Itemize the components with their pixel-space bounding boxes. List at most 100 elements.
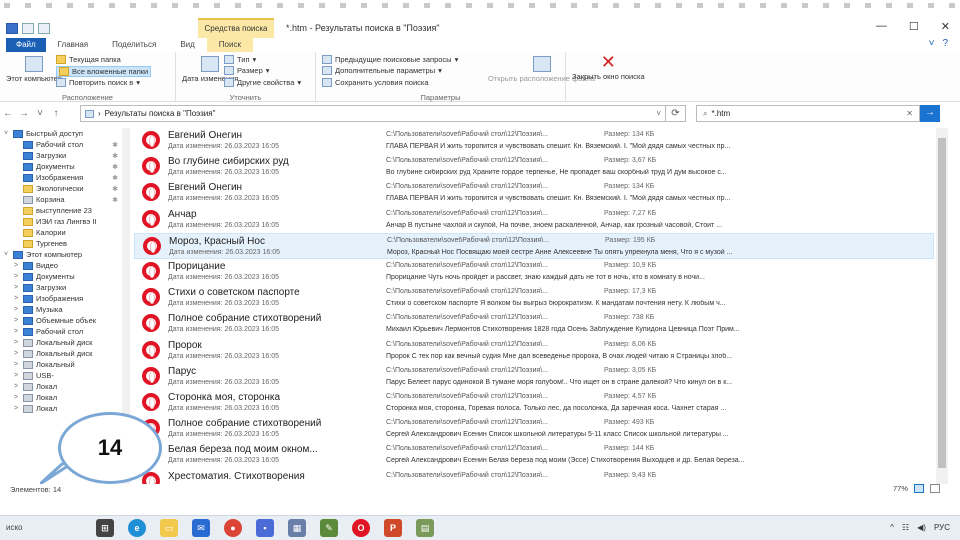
back-button[interactable]: ←: [0, 108, 16, 119]
nav-item[interactable]: > Изображения: [0, 293, 122, 304]
nav-item[interactable]: ˅ Быстрый доступ: [0, 128, 122, 139]
calculator-icon[interactable]: ▦: [288, 519, 306, 537]
file-row[interactable]: Во глубине сибирских руд Дата изменения: …: [134, 154, 934, 180]
close-search-button[interactable]: ✕ Закрыть окно поиска: [572, 53, 645, 81]
nav-item[interactable]: Загрузки ✱: [0, 150, 122, 161]
expand-chevron-icon[interactable]: >: [12, 372, 20, 379]
properties-icon[interactable]: [22, 22, 34, 34]
nav-item[interactable]: ИЭИ газ Лингвэ II: [0, 216, 122, 227]
search-input[interactable]: ⌕ *.htm ✕: [696, 105, 920, 122]
expand-chevron-icon[interactable]: >: [12, 361, 20, 368]
expand-chevron-icon[interactable]: >: [12, 339, 20, 346]
save-disk-icon[interactable]: ▪: [256, 519, 274, 537]
current-folder-button[interactable]: Текущая папка: [56, 55, 121, 64]
file-row[interactable]: Стихи о советском паспорте Дата изменения…: [134, 285, 934, 311]
expand-chevron-icon[interactable]: >: [12, 317, 20, 324]
save-search-button[interactable]: Сохранить условия поиска: [322, 78, 429, 87]
expand-chevron-icon[interactable]: >: [12, 350, 20, 357]
nav-item[interactable]: > Локальный: [0, 359, 122, 370]
tab-search[interactable]: Поиск: [206, 38, 253, 52]
nav-item[interactable]: Документы ✱: [0, 161, 122, 172]
file-row[interactable]: Анчар Дата изменения: 26.03.2023 16:05 C:\…: [134, 207, 934, 233]
nav-item[interactable]: выступление 23: [0, 205, 122, 216]
volume-icon[interactable]: ◀): [917, 523, 926, 532]
file-row[interactable]: Полное собрание стихотворений Дата измене…: [134, 416, 934, 442]
close-window-button[interactable]: ✕: [941, 20, 950, 33]
file-row[interactable]: Полное собрание стихотворений Дата измене…: [134, 311, 934, 337]
chevron-up-icon[interactable]: ^: [890, 523, 894, 532]
taskbar-search[interactable]: иско: [6, 523, 23, 532]
nav-item[interactable]: > Локальный диск: [0, 348, 122, 359]
nav-item[interactable]: > USB-: [0, 370, 122, 381]
tiles-view-icon[interactable]: [930, 484, 940, 493]
nav-item[interactable]: Тургенев: [0, 238, 122, 249]
nav-item[interactable]: > Видео: [0, 260, 122, 271]
powerpoint-icon[interactable]: P: [384, 519, 402, 537]
details-view-icon[interactable]: [914, 484, 924, 493]
forward-button[interactable]: →: [16, 108, 32, 119]
expand-chevron-icon[interactable]: ˅: [2, 130, 10, 137]
task-view-icon[interactable]: ⊞: [96, 519, 114, 537]
nav-item[interactable]: > Локал: [0, 381, 122, 392]
network-icon[interactable]: ☷: [902, 523, 909, 532]
up-button[interactable]: ↑: [48, 108, 64, 119]
file-row[interactable]: Прорицание Дата изменения: 26.03.2023 16:…: [134, 259, 934, 285]
expand-chevron-icon[interactable]: >: [12, 306, 20, 313]
expand-chevron-icon[interactable]: >: [12, 284, 20, 291]
recent-searches-button[interactable]: Предыдущие поисковые запросы ▾: [322, 55, 458, 64]
mail-icon[interactable]: ✉: [192, 519, 210, 537]
new-folder-icon[interactable]: [38, 22, 50, 34]
chrome-icon[interactable]: ●: [224, 519, 242, 537]
expand-chevron-icon[interactable]: ˅: [2, 251, 10, 258]
expand-chevron-icon[interactable]: >: [12, 394, 20, 401]
nav-item[interactable]: Корзина ✱: [0, 194, 122, 205]
file-row[interactable]: Евгений Онегин Дата изменения: 26.03.2023…: [134, 128, 934, 154]
file-row[interactable]: Пророк Дата изменения: 26.03.2023 16:05 C:…: [134, 338, 934, 364]
type-button[interactable]: Тип ▾: [224, 55, 256, 64]
save-icon[interactable]: [6, 22, 18, 34]
expand-chevron-icon[interactable]: >: [12, 262, 20, 269]
recent-locations-button[interactable]: ˅: [32, 108, 48, 119]
results-scrollbar[interactable]: [936, 128, 948, 484]
nav-item[interactable]: > Локал: [0, 392, 122, 403]
file-row[interactable]: Белая береза под моим окном... Дата измен…: [134, 442, 934, 468]
expand-chevron-icon[interactable]: >: [12, 273, 20, 280]
clear-search-icon[interactable]: ✕: [906, 109, 919, 118]
paint-icon[interactable]: ✎: [320, 519, 338, 537]
expand-chevron-icon[interactable]: >: [12, 405, 20, 412]
all-subfolders-button[interactable]: Все вложенные папки: [56, 66, 152, 77]
nav-item[interactable]: > Рабочий стол: [0, 326, 122, 337]
size-button[interactable]: Размер ▾: [224, 66, 270, 75]
scrollbar-thumb[interactable]: [938, 138, 946, 468]
advanced-options-button[interactable]: Дополнительные параметры ▾: [322, 66, 442, 75]
refresh-button[interactable]: ⟳: [666, 105, 686, 122]
file-explorer-icon[interactable]: ▭: [160, 519, 178, 537]
other-properties-button[interactable]: Другие свойства ▾: [224, 78, 301, 87]
language-indicator[interactable]: РУС: [934, 523, 950, 532]
nav-item[interactable]: > Загрузки: [0, 282, 122, 293]
help-icon[interactable]: ?: [942, 38, 948, 49]
this-computer-button[interactable]: Этот компьютер: [6, 56, 62, 83]
notepad-icon[interactable]: ▤: [416, 519, 434, 537]
edge-icon[interactable]: e: [128, 519, 146, 537]
file-row[interactable]: Сторонка моя, сторонка Дата изменения: 26…: [134, 390, 934, 416]
expand-chevron-icon[interactable]: >: [12, 383, 20, 390]
nav-item[interactable]: ˅ Этот компьютер: [0, 249, 122, 260]
chevron-down-icon[interactable]: ˅: [656, 109, 665, 118]
file-row[interactable]: Мороз, Красный Нос Дата изменения: 26.03.…: [134, 233, 934, 259]
tab-file[interactable]: Файл: [6, 38, 46, 52]
nav-item[interactable]: > Музыка: [0, 304, 122, 315]
maximize-button[interactable]: ☐: [909, 20, 919, 33]
search-go-button[interactable]: →: [920, 105, 940, 122]
minimize-button[interactable]: —: [876, 20, 887, 33]
file-row[interactable]: Евгений Онегин Дата изменения: 26.03.2023…: [134, 180, 934, 206]
expand-chevron-icon[interactable]: >: [12, 328, 20, 335]
nav-item[interactable]: Рабочий стол ✱: [0, 139, 122, 150]
nav-item[interactable]: > Документы: [0, 271, 122, 282]
file-row[interactable]: Хрестоматия. Стихотворения C:\Пользовател…: [134, 469, 934, 484]
nav-item[interactable]: > Объемные объек: [0, 315, 122, 326]
nav-item[interactable]: Изображения ✱: [0, 172, 122, 183]
nav-item[interactable]: > Локальный диск: [0, 337, 122, 348]
search-again-button[interactable]: Повторить поиск в ▾: [56, 78, 140, 87]
tab-share[interactable]: Поделиться: [100, 38, 168, 52]
